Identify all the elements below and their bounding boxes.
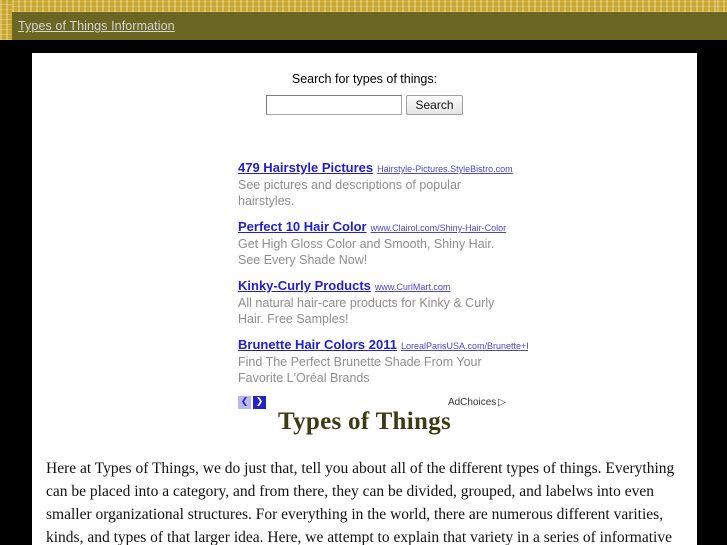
- adchoices-icon: ▷: [498, 397, 506, 408]
- adchoices-label: AdChoices: [447, 397, 497, 408]
- ad-headline-row: Kinky-Curly Products www.CurlMart.com: [238, 278, 528, 295]
- search-section: Search for types of things: Search: [32, 53, 697, 115]
- ad-display-url[interactable]: www.Clairol.com/Shiny-Hair-Color: [371, 223, 507, 233]
- advertisement-block: 479 Hairstyle Pictures Hairstyle-Pictures…: [238, 160, 528, 412]
- page-root: Types of Things Information Search for t…: [0, 0, 727, 545]
- site-title-link[interactable]: Types of Things Information: [18, 18, 175, 34]
- ad-headline-row: Brunette Hair Colors 2011 LorealParisUSA.…: [238, 337, 528, 354]
- decorative-gold-border-top: [0, 0, 727, 12]
- page-title: Types of Things: [277, 408, 452, 435]
- ad-description: All natural hair-care products for Kinky…: [238, 296, 495, 326]
- ad-title-link[interactable]: Perfect 10 Hair Color: [238, 219, 367, 234]
- decorative-gold-border-right: [717, 0, 727, 12]
- ad-display-url[interactable]: LorealParisUSA.com/Brunette+H: [401, 341, 528, 351]
- search-label: Search for types of things:: [291, 72, 438, 86]
- ad-description: See pictures and descriptions of popular…: [238, 178, 462, 208]
- ad-display-url[interactable]: www.CurlMart.com: [375, 282, 451, 292]
- search-row: Search: [32, 95, 697, 115]
- search-input[interactable]: [266, 95, 403, 115]
- ad-item: Kinky-Curly Products www.CurlMart.com All…: [238, 278, 528, 327]
- search-button[interactable]: Search: [406, 95, 463, 115]
- ad-description: Get High Gloss Color and Smooth, Shiny H…: [238, 237, 495, 267]
- ad-title-link[interactable]: 479 Hairstyle Pictures: [238, 160, 373, 175]
- ad-title-link[interactable]: Kinky-Curly Products: [238, 278, 371, 293]
- ad-title-link[interactable]: Brunette Hair Colors 2011: [238, 337, 397, 352]
- site-header-banner: Types of Things Information: [12, 12, 727, 40]
- ad-display-url[interactable]: Hairstyle-Pictures.StyleBistro.com: [377, 164, 513, 174]
- ad-item: 479 Hairstyle Pictures Hairstyle-Pictures…: [238, 160, 528, 209]
- content-sheet: Search for types of things: Search 479 H…: [32, 53, 697, 545]
- ad-item: Perfect 10 Hair Color www.Clairol.com/Shi…: [238, 219, 528, 268]
- ad-headline-row: Perfect 10 Hair Color www.Clairol.com/Shi…: [238, 219, 528, 236]
- intro-paragraph: Here at Types of Things, we do just that…: [46, 460, 675, 545]
- ad-item: Brunette Hair Colors 2011 LorealParisUSA.…: [238, 337, 528, 386]
- ad-headline-row: 479 Hairstyle Pictures Hairstyle-Pictures…: [238, 160, 528, 177]
- ad-description: Find The Perfect Brunette Shade From You…: [238, 355, 482, 385]
